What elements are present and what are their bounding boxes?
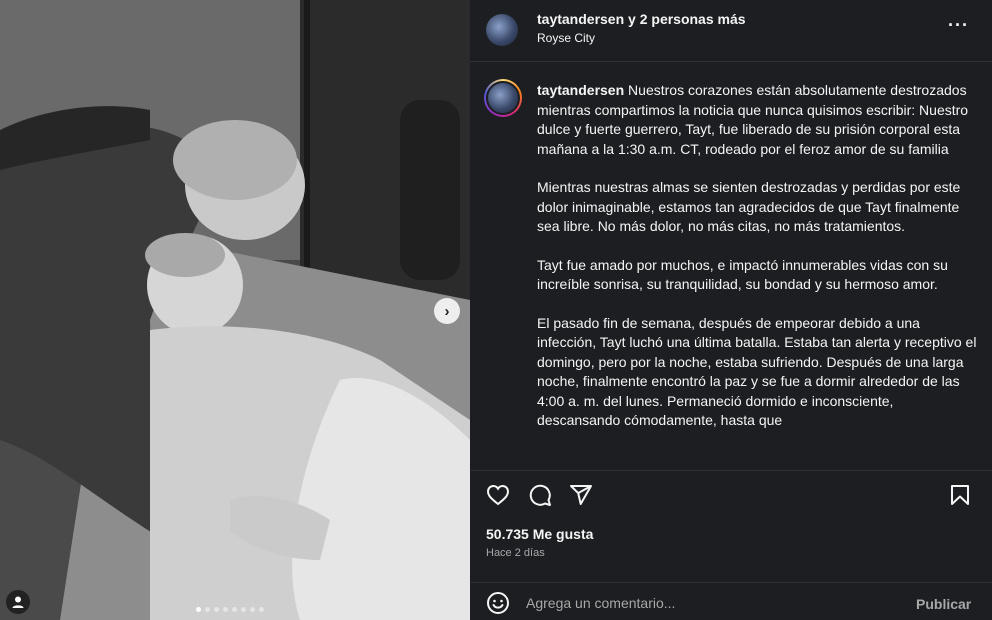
carousel-dot xyxy=(250,607,255,612)
caption-paragraph: Tayt fue amado por muchos, e impactó inn… xyxy=(537,256,948,293)
post-timestamp[interactable]: Hace 2 días xyxy=(486,547,545,559)
carousel-dot xyxy=(214,607,219,612)
post-details-panel: taytandersen y 2 personas más Royse City… xyxy=(470,0,992,620)
caption-paragraph: El pasado fin de semana, después de empe… xyxy=(537,314,977,429)
photo-scene xyxy=(0,0,470,620)
more-options-button[interactable]: ··· xyxy=(948,15,969,35)
comment-input[interactable] xyxy=(526,591,906,615)
comment-icon[interactable] xyxy=(528,483,552,507)
post-author-title[interactable]: taytandersen y 2 personas más xyxy=(537,11,746,27)
likes-count[interactable]: 50.735 Me gusta xyxy=(486,526,593,542)
carousel-dot xyxy=(223,607,228,612)
carousel-indicators xyxy=(196,607,264,612)
more-horizontal-icon: ··· xyxy=(948,15,969,35)
post-location[interactable]: Royse City xyxy=(537,31,595,45)
author-avatar[interactable] xyxy=(486,14,518,46)
bookmark-icon[interactable] xyxy=(948,483,972,507)
post-caption: taytandersen Nuestros corazones están ab… xyxy=(537,81,977,468)
carousel-dot xyxy=(196,607,201,612)
caption-author-avatar[interactable] xyxy=(484,79,522,117)
carousel-dot xyxy=(259,607,264,612)
carousel-next-button[interactable]: › xyxy=(434,298,460,324)
tagged-users-button[interactable] xyxy=(6,590,30,614)
publish-button[interactable]: Publicar xyxy=(916,596,971,612)
user-tag-icon xyxy=(12,596,24,608)
heart-icon[interactable] xyxy=(486,483,510,507)
share-icon[interactable] xyxy=(569,483,593,507)
caption-paragraph: taytandersen Nuestros corazones están ab… xyxy=(537,81,977,159)
carousel-dot xyxy=(232,607,237,612)
chevron-right-icon: › xyxy=(444,302,450,320)
comment-bar: Publicar xyxy=(470,582,992,620)
post-photo[interactable]: › xyxy=(0,0,470,620)
emoji-icon[interactable] xyxy=(486,591,510,615)
post-actions: 50.735 Me gusta Hace 2 días xyxy=(470,470,992,590)
caption-username[interactable]: taytandersen xyxy=(537,82,624,98)
carousel-dot xyxy=(241,607,246,612)
caption-paragraph: Mientras nuestras almas se sienten destr… xyxy=(537,179,961,234)
post-header: taytandersen y 2 personas más Royse City… xyxy=(470,0,992,62)
carousel-dot xyxy=(205,607,210,612)
